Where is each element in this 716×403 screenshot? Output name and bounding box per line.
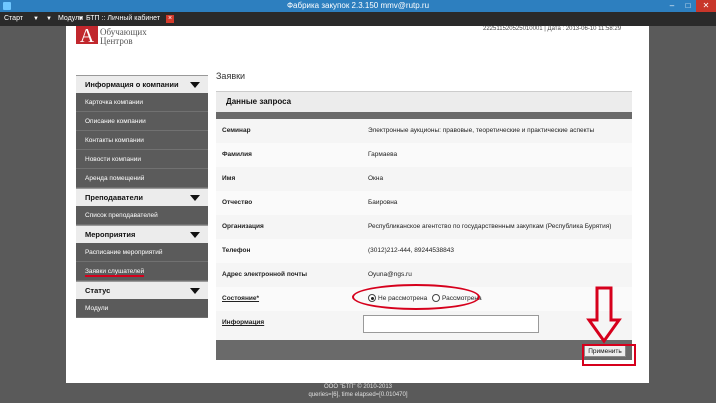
start-menu[interactable]: Старт xyxy=(4,12,23,26)
sidebar-section-status[interactable]: Статус xyxy=(76,281,208,299)
panel-divider xyxy=(216,112,632,119)
panel-footer: Применить xyxy=(216,340,632,360)
field-row-info: Информация xyxy=(216,311,632,335)
page-content: A Обучающих Центров 222511520525010001 |… xyxy=(66,26,649,383)
field-row-seminar: Семинар Электронные аукционы: правовые, … xyxy=(222,127,595,134)
window-title: Фабрика закупок 2.3.150 mmv@rutp.ru xyxy=(286,1,430,10)
start-chevron-icon[interactable]: ▼ xyxy=(33,12,39,26)
collapse-triangle-icon[interactable] xyxy=(190,232,200,238)
app-taskbar: Старт ▼ ▼ Модули ▼ БТП :: Личный кабинет… xyxy=(0,12,716,26)
field-row-name: Имя Окна xyxy=(222,175,384,182)
sidebar-item-company-news[interactable]: Новости компании xyxy=(76,150,208,169)
logo-icon: A xyxy=(76,26,98,46)
main-area: Заявки Данные запроса Семинар Электронны… xyxy=(216,71,632,360)
logo-text: Обучающих Центров xyxy=(100,27,147,46)
modules-chevron-icon[interactable]: ▼ xyxy=(46,12,52,26)
sidebar-item-company-contacts[interactable]: Контакты компании xyxy=(76,131,208,150)
maximize-icon[interactable]: □ xyxy=(680,0,696,12)
sidebar-item-modules[interactable]: Модули xyxy=(76,299,208,318)
sidebar-item-company-description[interactable]: Описание компании xyxy=(76,112,208,131)
info-input[interactable] xyxy=(363,315,539,333)
sidebar-item-teachers-list[interactable]: Список преподавателей xyxy=(76,206,208,225)
window-titlebar: Фабрика закупок 2.3.150 mmv@rutp.ru – □ … xyxy=(0,0,716,12)
sidebar-item-listener-requests[interactable]: Заявки слушателей xyxy=(76,262,208,281)
page-footer: ООО "БТП" © 2010-2013 queries=[6], time … xyxy=(308,384,408,398)
sidebar-section-events[interactable]: Мероприятия xyxy=(76,225,208,243)
sidebar-item-premises-rental[interactable]: Аренда помещений xyxy=(76,169,208,188)
window-controls: – □ ✕ xyxy=(664,0,716,12)
collapse-triangle-icon[interactable] xyxy=(190,195,200,201)
apply-highlight-box xyxy=(582,344,636,366)
collapse-triangle-icon[interactable] xyxy=(190,288,200,294)
panel-title: Данные запроса xyxy=(216,91,632,112)
tab-close-icon[interactable]: × xyxy=(166,15,174,23)
tab-personal-cabinet[interactable]: БТП :: Личный кабинет xyxy=(86,12,160,26)
header-info: 222511520525010001 | Дата : 2013-06-10 1… xyxy=(483,26,622,32)
sidebar: Информация о компании Карточка компании … xyxy=(76,75,208,318)
modules-dropdown-icon[interactable]: ▼ xyxy=(78,12,84,26)
state-highlight-ellipse xyxy=(352,284,480,310)
field-row-phone: Телефон (3012)212-444, 89244538843 xyxy=(216,239,632,263)
collapse-triangle-icon[interactable] xyxy=(190,82,200,88)
field-row-organization: Организация Республиканское агентство по… xyxy=(222,223,612,230)
sidebar-section-company[interactable]: Информация о компании xyxy=(76,75,208,93)
sidebar-item-company-card[interactable]: Карточка компании xyxy=(76,93,208,112)
field-row-patronymic: Отчество Баировна xyxy=(216,191,632,215)
close-icon[interactable]: ✕ xyxy=(696,0,716,12)
minimize-icon[interactable]: – xyxy=(664,0,680,12)
field-row-surname: Фамилия Гармаева xyxy=(216,143,632,167)
pointer-arrow-icon xyxy=(586,286,622,344)
sidebar-section-teachers[interactable]: Преподаватели xyxy=(76,188,208,206)
request-panel: Данные запроса Семинар Электронные аукци… xyxy=(216,91,632,360)
page-title: Заявки xyxy=(216,71,246,81)
sidebar-item-events-schedule[interactable]: Расписание мероприятий xyxy=(76,243,208,262)
